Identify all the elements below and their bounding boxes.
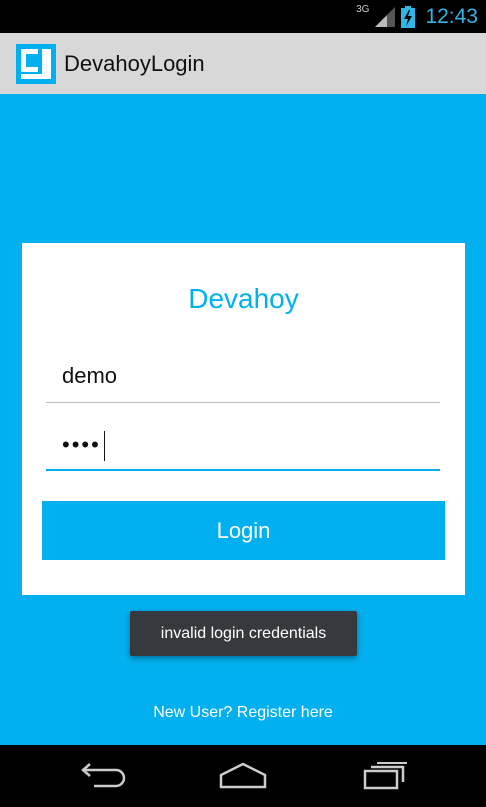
password-mask: •••• [62,431,101,457]
navigation-bar [0,745,486,807]
recent-apps-icon [363,762,407,790]
username-field[interactable]: demo [46,355,440,403]
register-link[interactable]: New User? Register here [0,704,486,722]
error-toast: invalid login credentials [130,611,357,656]
password-value: •••• [62,431,106,461]
status-bar: 3G 12:43 [0,0,486,33]
app-logo-icon [16,43,56,84]
username-value: demo [62,363,118,388]
login-card: Devahoy demo •••• Login [22,243,465,595]
login-card-title: Devahoy [188,283,299,314]
status-clock: 12:43 [425,4,478,28]
login-button[interactable]: Login [42,501,445,560]
password-field[interactable]: •••• [46,423,440,471]
home-button[interactable] [218,759,268,793]
app-title: DevahoyLogin [64,50,205,76]
back-icon [81,763,126,788]
text-cursor [103,431,106,461]
recent-apps-button[interactable] [360,759,410,793]
back-button[interactable] [78,759,128,793]
action-bar: DevahoyLogin [0,33,486,94]
signal-icon [375,6,396,27]
battery-charging-icon [401,5,416,28]
home-icon [219,762,267,789]
status-icons: 3G 12:43 [356,0,478,33]
network-type-label: 3G [356,4,370,15]
